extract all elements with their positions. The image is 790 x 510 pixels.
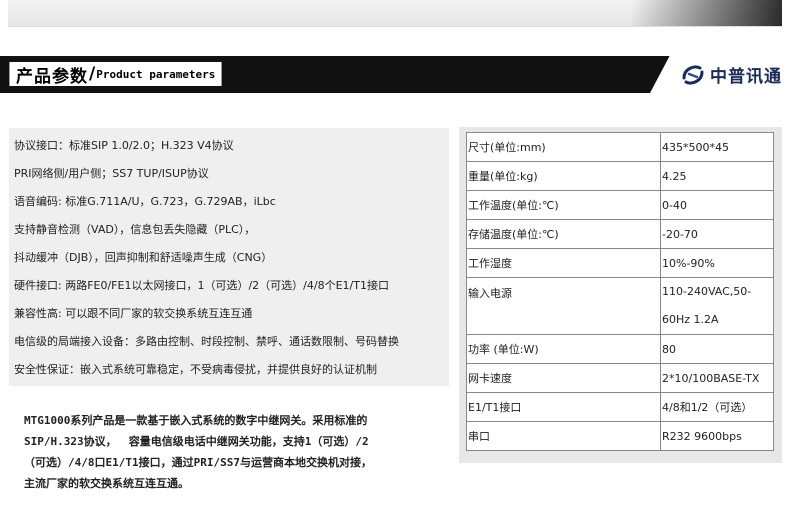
feature-item: 协议接口：标准SIP 1.0/2.0；H.323 V4协议 [14,139,234,152]
feature-item: 硬件接口: 两路FE0/FE1以太网接口，1（可选）/2（可选）/4/8个E1/… [14,279,389,292]
table-row: 工作温度(单位:℃) 0-40 [466,190,774,220]
table-row: 功率 (单位:W) 80 [466,334,774,364]
spec-label: 尺寸(单位:mm) [466,132,661,162]
spec-label: 重量(单位:kg) [466,161,661,191]
description-line: MTG1000系列产品是一款基于嵌入式系统的数字中继网关。采用标准的 [24,414,368,427]
feature-item: 兼容性高: 可以跟不同厂家的软交换系统互连互通 [14,307,253,320]
brand-logo: 中普讯通 [650,56,790,93]
spec-value-line: 110-240VAC,50- [662,285,752,298]
table-row: 网卡速度 2*10/100BASE-TX [466,363,774,393]
spec-table: 尺寸(单位:mm) 435*500*45 重量(单位:kg) 4.25 工作温度… [466,132,774,451]
section-title-slash: / [89,64,96,84]
spec-label: 存储温度(单位:℃) [466,219,661,249]
spec-value-line: 60Hz 1.2A [662,313,719,326]
spec-label: 工作湿度 [466,248,661,278]
spec-value: 2*10/100BASE-TX [660,363,774,393]
section-banner: 产品参数 / Product parameters 中普讯通 [0,56,790,93]
feature-item: 抖动缓冲（DJB），回声抑制和舒适噪声生成（CNG） [14,251,273,264]
spec-value: 110-240VAC,50- 60Hz 1.2A [660,277,774,335]
spec-panel: 尺寸(单位:mm) 435*500*45 重量(单位:kg) 4.25 工作温度… [459,127,782,463]
spec-value: 4/8和1/2（可选） [660,392,774,422]
table-row: 存储温度(单位:℃) -20-70 [466,219,774,249]
brand-swirl-icon [682,65,704,84]
spec-label: 输入电源 [466,277,661,335]
table-row: 尺寸(单位:mm) 435*500*45 [466,132,774,162]
feature-item: 语音编码: 标准G.711A/U，G.723，G.729AB，iLbc [14,195,276,208]
feature-item: PRI网络侧/用户侧；SS7 TUP/ISUP协议 [14,167,209,180]
spec-label: 工作温度(单位:℃) [466,190,661,220]
spec-value: 10%-90% [660,248,774,278]
section-title: 产品参数 / Product parameters [9,62,223,87]
spec-value: -20-70 [660,219,774,249]
feature-list: 协议接口：标准SIP 1.0/2.0；H.323 V4协议 PRI网络侧/用户侧… [9,128,449,386]
table-row: 重量(单位:kg) 4.25 [466,161,774,191]
description-line: （可选）/4/8口E1/T1接口，通过PRI/SS7与运营商本地交换机对接， [24,456,372,469]
table-row: 串口 R232 9600bps [466,421,774,451]
spec-value: 80 [660,334,774,364]
description-line: 主流厂家的软交换系统互连互通。 [24,477,189,490]
spec-label: 网卡速度 [466,363,661,393]
spec-label: 功率 (单位:W) [466,334,661,364]
spec-value: 4.25 [660,161,774,191]
brand-name: 中普讯通 [710,67,782,87]
table-row: E1/T1接口 4/8和1/2（可选） [466,392,774,422]
table-row: 工作湿度 10%-90% [466,248,774,278]
spec-value: R232 9600bps [660,421,774,451]
spec-label: 串口 [466,421,661,451]
device-edge-shadow [632,0,782,26]
description-line: SIP/H.323协议， 容量电信级电话中继网关功能，支持1（可选）/2 [24,435,369,448]
product-description: MTG1000系列产品是一款基于嵌入式系统的数字中继网关。采用标准的 SIP/H… [24,410,456,494]
spec-value: 0-40 [660,190,774,220]
table-row: 输入电源 110-240VAC,50- 60Hz 1.2A [466,277,774,335]
feature-item: 支持静音检测（VAD），信息包丢失隐藏（PLC）， [14,223,256,236]
feature-item: 电信级的局端接入设备：多路由控制、时段控制、禁呼、通话数限制、号码替换 [14,335,399,348]
spec-value: 435*500*45 [660,132,774,162]
feature-item: 安全性保证：嵌入式系统可靠稳定，不受病毒侵扰，并提供良好的认证机制 [14,363,377,376]
section-title-en: Product parameters [96,67,216,81]
spec-label: E1/T1接口 [466,392,661,422]
section-title-zh: 产品参数 [16,66,88,87]
product-image-strip [8,0,782,27]
